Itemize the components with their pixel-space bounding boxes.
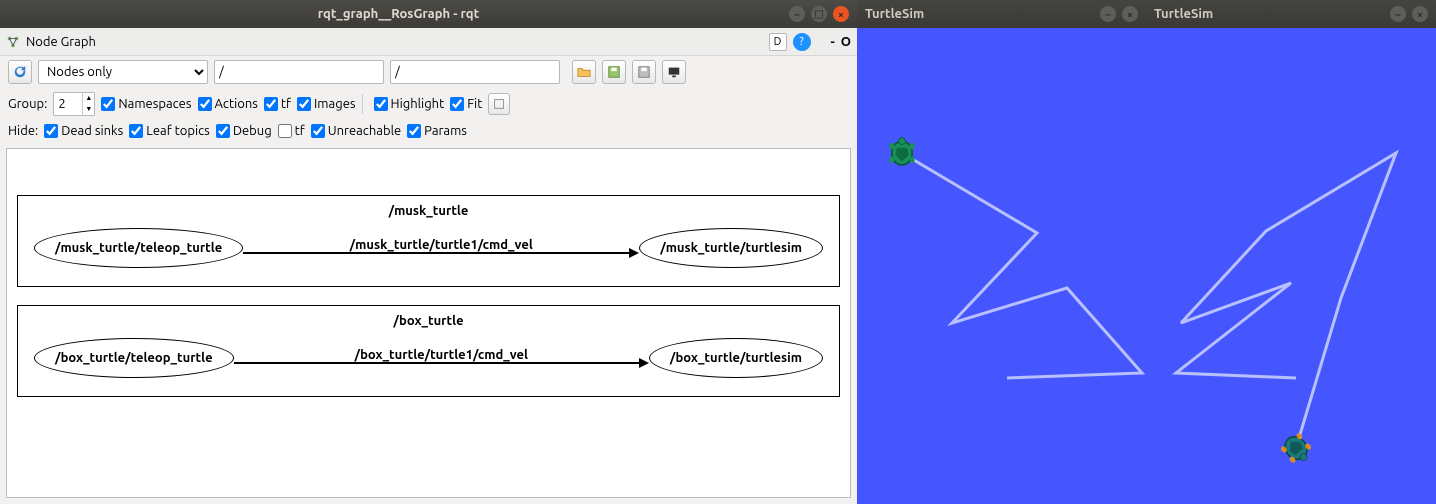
- close-button[interactable]: ×: [1122, 6, 1138, 22]
- open-button[interactable]: [572, 60, 596, 84]
- fit-view-button[interactable]: [488, 93, 510, 115]
- group-row: Group: ▲▼ Namespaces Actions tf Images H…: [0, 88, 857, 120]
- cb-images[interactable]: Images: [297, 97, 356, 111]
- refresh-button[interactable]: [8, 60, 32, 84]
- edge-musk: /musk_turtle/turtle1/cmd_vel: [243, 238, 639, 258]
- turtlesim-canvas-1[interactable]: [857, 28, 1146, 504]
- group-label: Group:: [8, 97, 47, 111]
- hide-row: Hide: Dead sinks Leaf topics Debug tf Un…: [0, 120, 857, 142]
- screenshot-button[interactable]: [662, 60, 686, 84]
- group-spinbox[interactable]: ▲▼: [53, 92, 95, 116]
- node-turtlesim-box[interactable]: /box_turtle/turtlesim: [649, 338, 823, 378]
- cb-unreachable[interactable]: Unreachable: [311, 124, 401, 138]
- arrow-icon: [629, 248, 639, 258]
- save-as-button[interactable]: [632, 60, 656, 84]
- graph-canvas[interactable]: /musk_turtle /musk_turtle/teleop_turtle …: [6, 148, 851, 498]
- cb-tf-hide[interactable]: tf: [278, 124, 305, 138]
- window-title: TurtleSim: [865, 7, 1100, 21]
- namespace-box-musk[interactable]: /musk_turtle /musk_turtle/teleop_turtle …: [17, 195, 840, 287]
- panel-title: Node Graph: [26, 35, 96, 49]
- close-button[interactable]: ×: [1412, 6, 1428, 22]
- close-button[interactable]: ×: [833, 6, 849, 22]
- refresh-icon: [13, 65, 27, 79]
- cb-fit[interactable]: Fit: [450, 97, 482, 111]
- cb-actions[interactable]: Actions: [198, 97, 258, 111]
- edge-box: /box_turtle/turtle1/cmd_vel: [234, 348, 649, 368]
- folder-open-icon: [577, 65, 591, 79]
- ns-filter-input-1[interactable]: [214, 60, 384, 84]
- view-mode-select[interactable]: Nodes only: [38, 60, 208, 84]
- cb-namespaces[interactable]: Namespaces: [101, 97, 191, 111]
- help-button[interactable]: ?: [793, 33, 811, 51]
- namespace-title: /musk_turtle: [24, 204, 833, 218]
- node-turtlesim-musk[interactable]: /musk_turtle/turtlesim: [639, 228, 823, 268]
- turtlesim-titlebar-2[interactable]: TurtleSim – ×: [1146, 0, 1436, 28]
- namespace-title: /box_turtle: [24, 314, 833, 328]
- node-teleop-musk[interactable]: /musk_turtle/teleop_turtle: [34, 228, 243, 268]
- save-button[interactable]: [602, 60, 626, 84]
- window-title: TurtleSim: [1154, 7, 1390, 21]
- group-value[interactable]: [54, 93, 82, 115]
- spin-down[interactable]: ▼: [82, 104, 94, 115]
- namespace-box-box[interactable]: /box_turtle /box_turtle/teleop_turtle /b…: [17, 305, 840, 397]
- turtlesim-titlebar-1[interactable]: TurtleSim – ×: [857, 0, 1146, 28]
- turtle-icon: [885, 136, 919, 170]
- turtlesim-window-1: TurtleSim – ×: [857, 0, 1146, 504]
- node-graph-icon: [6, 35, 20, 49]
- filter-row: Nodes only: [0, 56, 857, 88]
- maximize-button[interactable]: ⬚: [811, 6, 827, 22]
- cb-leaf-topics[interactable]: Leaf topics: [129, 124, 210, 138]
- minimize-button[interactable]: –: [1100, 6, 1116, 22]
- spin-up[interactable]: ▲: [82, 93, 94, 104]
- turtlesim-window-2: TurtleSim – ×: [1146, 0, 1436, 504]
- hide-label: Hide:: [8, 124, 38, 138]
- monitor-icon: [667, 65, 681, 79]
- rqt-window: rqt_graph__RosGraph - rqt – ⬚ × Node Gra…: [0, 0, 857, 504]
- minimize-button[interactable]: –: [1390, 6, 1406, 22]
- o-button[interactable]: O: [841, 35, 851, 49]
- cb-tf[interactable]: tf: [264, 97, 291, 111]
- cb-debug[interactable]: Debug: [216, 124, 272, 138]
- panel-header: Node Graph D ? - O: [0, 28, 857, 56]
- ns-filter-input-2[interactable]: [390, 60, 560, 84]
- window-title: rqt_graph__RosGraph - rqt: [8, 7, 789, 21]
- save-as-icon: [637, 65, 651, 79]
- save-icon: [607, 65, 621, 79]
- cb-dead-sinks[interactable]: Dead sinks: [44, 124, 123, 138]
- fit-icon: [492, 97, 506, 111]
- trail-1: [857, 28, 1146, 504]
- node-teleop-box[interactable]: /box_turtle/teleop_turtle: [34, 338, 234, 378]
- minimize-button[interactable]: –: [789, 6, 805, 22]
- rqt-titlebar[interactable]: rqt_graph__RosGraph - rqt – ⬚ ×: [0, 0, 857, 28]
- d-button[interactable]: D: [769, 33, 787, 51]
- dash-label: -: [831, 35, 835, 49]
- turtlesim-canvas-2[interactable]: [1146, 28, 1436, 504]
- cb-highlight[interactable]: Highlight: [374, 97, 445, 111]
- arrow-icon: [639, 358, 649, 368]
- cb-params[interactable]: Params: [407, 124, 467, 138]
